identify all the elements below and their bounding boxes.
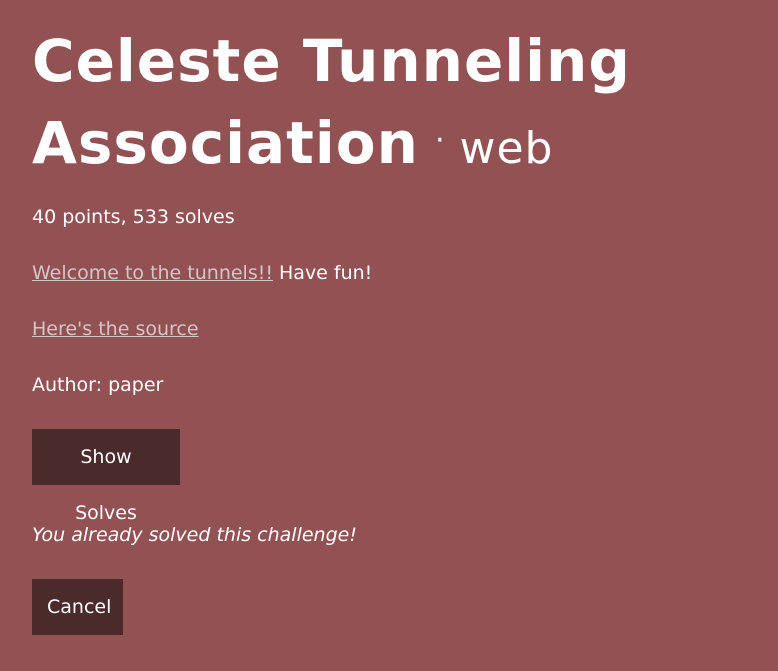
- cancel-button[interactable]: Cancel: [32, 579, 123, 635]
- challenge-modal: Celeste Tunneling Association · web 40 poi…: [0, 0, 778, 671]
- solved-message: You already solved this challenge!: [32, 524, 357, 546]
- source-link[interactable]: Here's the source: [32, 318, 199, 340]
- title-separator: ·: [434, 122, 446, 158]
- author-text: Author: paper: [32, 374, 164, 396]
- challenge-description: Welcome to the tunnels!! Have fun!: [32, 260, 372, 286]
- description-text: Have fun!: [272, 262, 373, 284]
- source-paragraph: Here's the source: [32, 316, 199, 342]
- challenge-title: Celeste Tunneling Association · web: [32, 20, 752, 190]
- show-solves-button[interactable]: Show Solves: [32, 429, 180, 524]
- challenge-category: web: [459, 123, 554, 174]
- points-solves: 40 points, 533 solves: [32, 206, 235, 228]
- tunnels-link[interactable]: Welcome to the tunnels!!: [32, 262, 273, 284]
